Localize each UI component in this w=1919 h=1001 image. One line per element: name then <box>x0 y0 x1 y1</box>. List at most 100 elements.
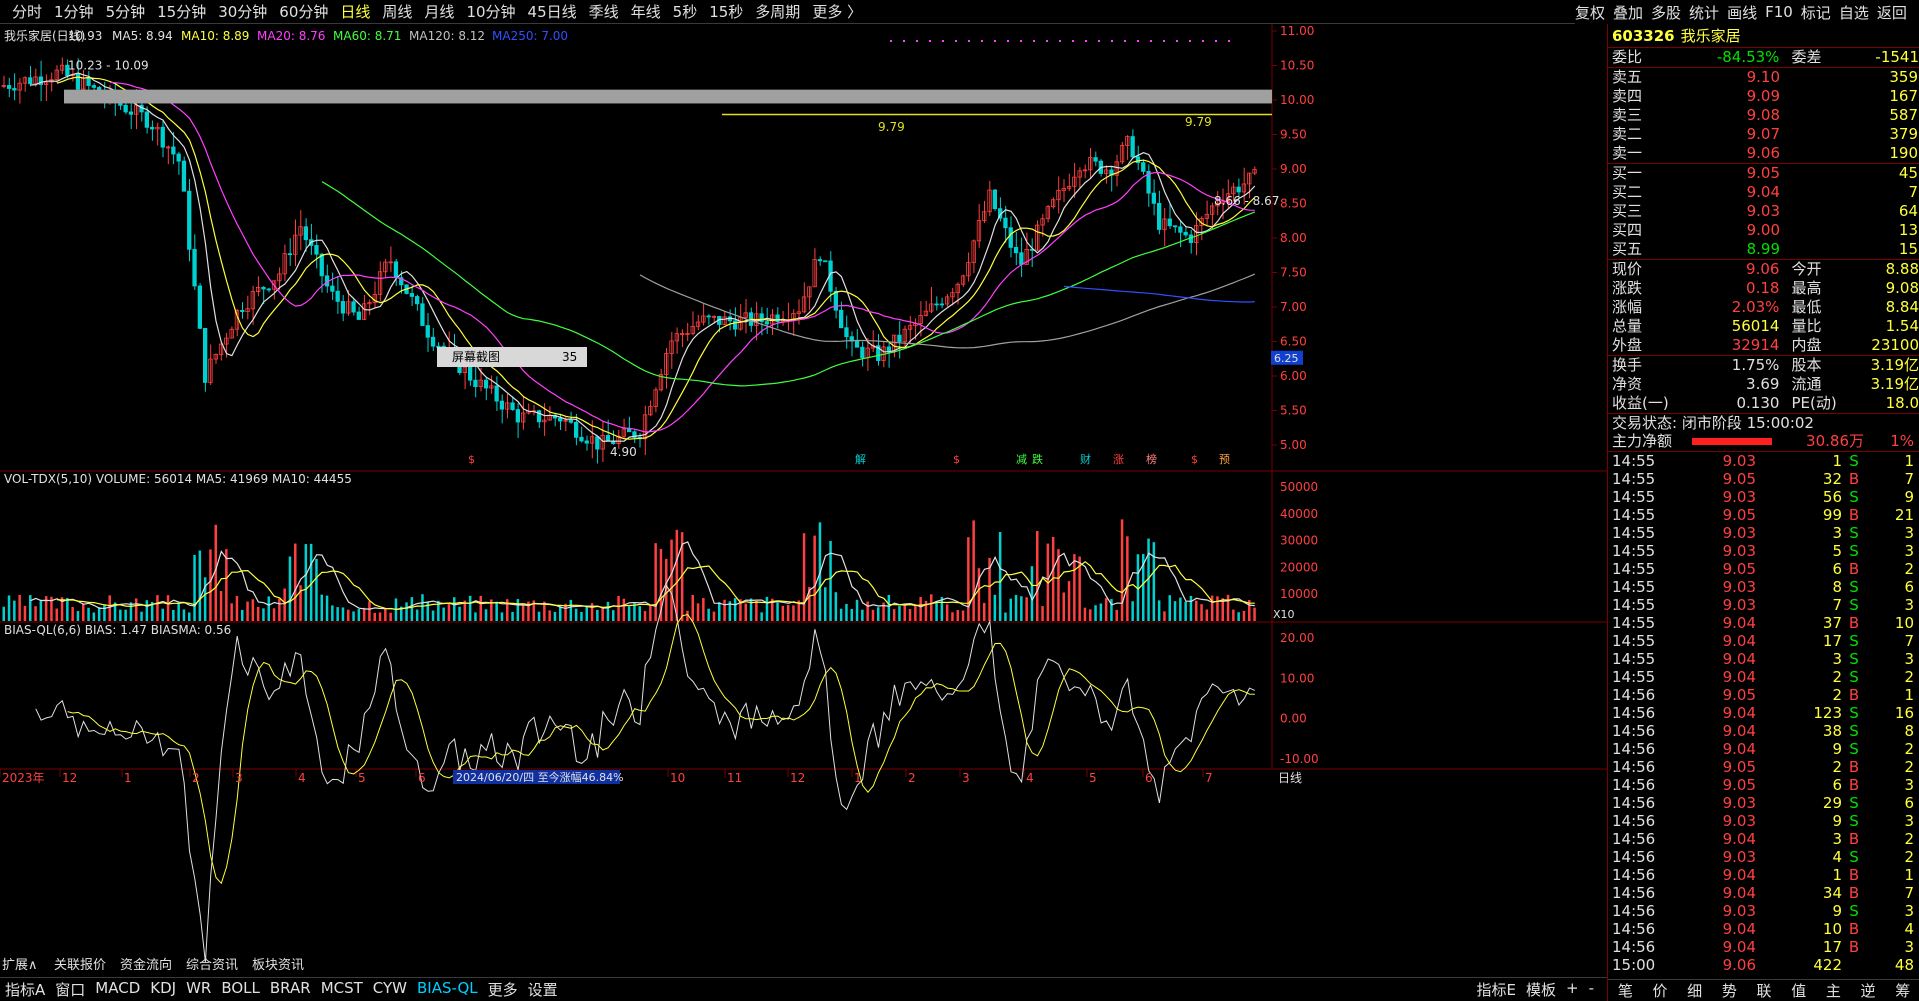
indicator-tab-3[interactable]: KDJ <box>145 979 181 1000</box>
period-tab-8[interactable]: 月线 <box>418 1 460 22</box>
period-tab-9[interactable]: 10分钟 <box>460 1 521 22</box>
indicator-control-2[interactable]: + <box>1561 979 1584 1000</box>
event-marker-6[interactable]: 涨 <box>1113 453 1124 466</box>
tick-price: 9.04 <box>1722 650 1756 668</box>
event-marker-9[interactable]: 预 <box>1219 453 1230 466</box>
info-tab-4[interactable]: 板块资讯 <box>252 958 304 973</box>
kline-chart-area[interactable]: 我乐家居(日线) MA5: 8.94 MA10: 8.89 MA20: 8.76 MA6… <box>0 24 1607 977</box>
period-tab-0[interactable]: 分时 <box>6 1 48 22</box>
tool-1[interactable]: 叠加 <box>1613 2 1643 23</box>
volume-bar <box>824 587 827 621</box>
right-tab-0[interactable]: 笔 <box>1608 980 1643 1001</box>
right-tab-2[interactable]: 细 <box>1677 980 1712 1001</box>
event-marker-7[interactable]: 榜 <box>1146 452 1157 466</box>
indicator-tab-11[interactable]: 设置 <box>523 979 563 1000</box>
indicator-control-1[interactable]: 模板 <box>1521 979 1561 1000</box>
info-tab-2[interactable]: 资金流向 <box>120 957 172 973</box>
volume-bar <box>140 611 143 621</box>
right-tab-8[interactable]: 筹 <box>1885 980 1919 1001</box>
event-marker-1[interactable]: 解 <box>855 452 866 466</box>
event-marker-3[interactable]: 减 <box>1016 453 1027 466</box>
period-tab-2[interactable]: 5分钟 <box>100 1 152 22</box>
candle-body <box>1183 231 1188 236</box>
tick-volume: 38 <box>1822 722 1842 740</box>
screenshot-tip-label: 屏幕截图 <box>452 350 500 364</box>
volume-bar <box>352 611 355 621</box>
right-tab-3[interactable]: 势 <box>1712 980 1747 1001</box>
volume-bar <box>288 556 292 621</box>
info-tab-3[interactable]: 综合资讯 <box>186 958 238 973</box>
indicator-tab-8[interactable]: CYW <box>368 979 412 1000</box>
right-tab-1[interactable]: 价 <box>1643 980 1678 1001</box>
indicator-tab-9[interactable]: BIAS-QL <box>412 979 483 1000</box>
info-tab-0[interactable]: 扩展∧ <box>2 958 38 973</box>
tool-2[interactable]: 多股 <box>1651 2 1681 23</box>
x-axis-label-11: 1 <box>854 771 862 785</box>
period-tab-7[interactable]: 周线 <box>376 1 418 22</box>
period-tab-4[interactable]: 30分钟 <box>212 1 273 22</box>
event-marker-0[interactable]: $ <box>468 453 475 466</box>
quote-stats: 现价 9.06 今开 8.88 涨跌 0.18 最高 9.08 涨幅 2.03% 最低 8.84 总量 5… <box>1608 259 1919 355</box>
candle-body <box>319 253 324 277</box>
bias-line <box>35 584 1255 963</box>
indicator-tab-7[interactable]: MCST <box>316 979 368 1000</box>
period-tab-13[interactable]: 5秒 <box>667 1 704 22</box>
period-tab-10[interactable]: 45日线 <box>522 1 583 22</box>
period-tab-6[interactable]: 日线 <box>334 1 376 22</box>
tool-4[interactable]: 画线 <box>1727 2 1757 23</box>
indicator-control-0[interactable]: 指标E <box>1472 979 1521 1000</box>
indicator-tab-2[interactable]: MACD <box>90 979 145 1000</box>
event-marker-5[interactable]: 财 <box>1080 452 1091 466</box>
tool-8[interactable]: 返回 <box>1877 2 1907 23</box>
info-tab-1[interactable]: 关联报价 <box>54 958 106 973</box>
tick-volume: 2 <box>1832 686 1842 704</box>
tool-3[interactable]: 统计 <box>1689 2 1719 23</box>
volume-bar <box>993 594 997 621</box>
stat-label: 量比 <box>1791 317 1822 335</box>
event-marker-8[interactable]: $ <box>1191 453 1198 466</box>
volume-bar <box>256 606 260 621</box>
candle-body <box>1157 202 1162 230</box>
tool-5[interactable]: F10 <box>1765 3 1793 21</box>
orderbook-price: 9.06 <box>1746 144 1780 162</box>
tool-6[interactable]: 标记 <box>1801 2 1831 23</box>
period-tab-11[interactable]: 季线 <box>583 1 625 22</box>
right-tab-6[interactable]: 主 <box>1816 980 1851 1001</box>
tick-row: 14:55 9.03 8 S 6 <box>1608 578 1919 596</box>
period-tab-12[interactable]: 年线 <box>625 1 667 22</box>
volume-bar <box>612 610 615 621</box>
right-tab-7[interactable]: 逆 <box>1851 980 1886 1001</box>
indicator-tab-1[interactable]: 窗口 <box>50 979 90 1000</box>
period-tab-1[interactable]: 1分钟 <box>48 1 100 22</box>
tick-time: 14:55 <box>1612 560 1656 578</box>
period-tab-15[interactable]: 多周期 <box>749 1 806 22</box>
event-marker-4[interactable]: 跌 <box>1032 452 1043 466</box>
volume-bar <box>553 611 557 621</box>
volume-bar <box>193 554 196 621</box>
period-tab-3[interactable]: 15分钟 <box>151 1 212 22</box>
tick-count: 3 <box>1904 812 1914 830</box>
period-tab-14[interactable]: 15秒 <box>703 1 749 22</box>
weicha-label: 委差 <box>1791 48 1822 66</box>
indicator-tab-0[interactable]: 指标A <box>0 979 50 1000</box>
indicator-tab-6[interactable]: BRAR <box>265 979 316 1000</box>
right-tab-5[interactable]: 值 <box>1781 980 1816 1001</box>
indicator-control-3[interactable]: - <box>1584 979 1599 1000</box>
orderbook-volume: 587 <box>1889 106 1918 124</box>
tick-list[interactable]: 14:55 9.03 1 S 1 14:55 9.05 32 B 7 14:55 9.03 56 S 9 14… <box>1608 451 1919 974</box>
tool-0[interactable]: 复权 <box>1575 2 1605 23</box>
period-tab-5[interactable]: 60分钟 <box>273 1 334 22</box>
indicator-tab-5[interactable]: BOLL <box>216 979 265 1000</box>
volume-bar <box>983 602 986 621</box>
candle-body <box>467 366 473 381</box>
right-tab-4[interactable]: 联 <box>1747 980 1782 1001</box>
period-tab-16[interactable]: 更多 〉 <box>806 1 868 22</box>
price-tick-label: 6.50 <box>1280 335 1307 349</box>
tick-row: 14:56 9.05 6 B 3 <box>1608 776 1919 794</box>
volume-bar <box>845 603 848 621</box>
orderbook-volume: 379 <box>1889 125 1918 143</box>
tool-7[interactable]: 自选 <box>1839 2 1869 23</box>
event-marker-2[interactable]: $ <box>953 453 960 466</box>
indicator-tab-4[interactable]: WR <box>181 979 216 1000</box>
indicator-tab-10[interactable]: 更多 <box>483 979 523 1000</box>
